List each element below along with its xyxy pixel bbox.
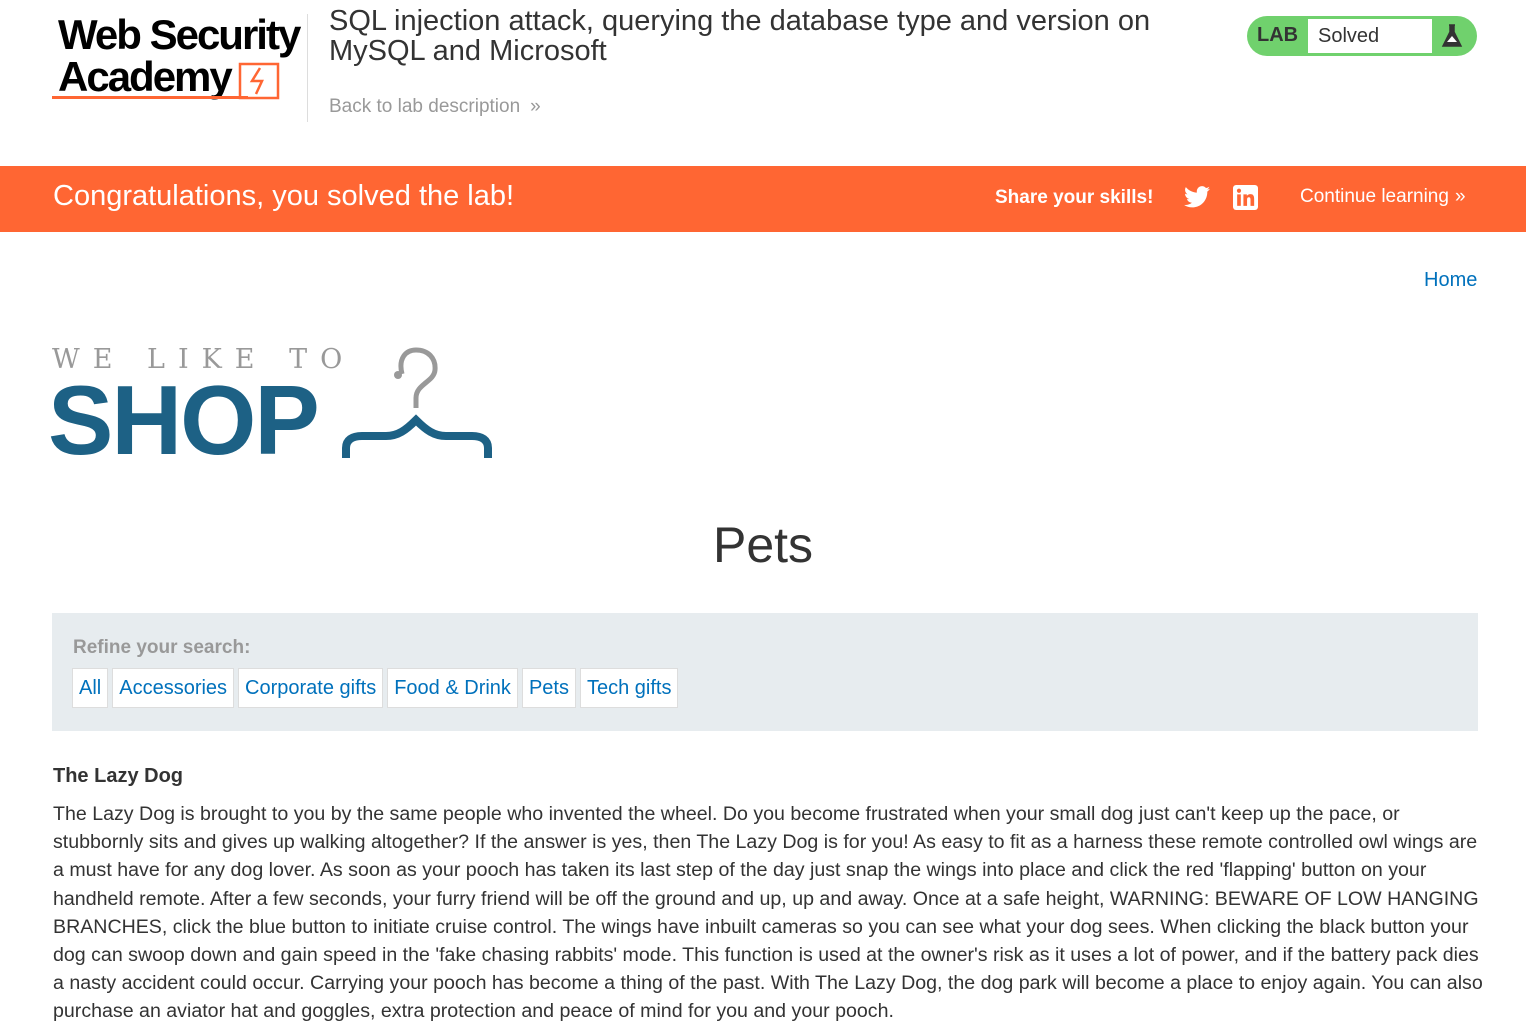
nav-home-link[interactable]: Home [1424, 269, 1477, 292]
twitter-icon[interactable] [1184, 185, 1210, 209]
filter-corporate-gifts[interactable]: Corporate gifts [238, 668, 384, 708]
shop-logo-word: SHOP [48, 365, 320, 475]
double-chevron-right-icon: » [1454, 186, 1466, 207]
we-like-to-shop-logo: WE LIKE TO SHOP [48, 340, 492, 470]
lightning-bolt-icon [238, 62, 280, 100]
page-title: Pets [712, 517, 814, 573]
double-chevron-right-icon: » [530, 96, 541, 117]
filter-food-drink[interactable]: Food & Drink [387, 668, 518, 708]
lab-status-widget: LAB Solved [1247, 16, 1477, 56]
refine-search-label: Refine your search: [73, 637, 251, 658]
logo-line-2: Academy [58, 53, 233, 100]
filter-panel: Refine your search: All Accessories Corp… [52, 613, 1478, 731]
flask-icon [1441, 24, 1463, 47]
filter-all[interactable]: All [72, 668, 109, 708]
back-to-lab-description-link[interactable]: Back to lab description » [329, 96, 541, 118]
lab-solved-banner: Congratulations, you solved the lab! Sha… [0, 166, 1526, 232]
logo-underline [52, 96, 248, 99]
web-security-academy-logo[interactable]: Web Security Academy [52, 12, 306, 108]
linkedin-icon[interactable] [1233, 185, 1258, 210]
share-skills-label: Share your skills! [995, 187, 1154, 208]
product-name: The Lazy Dog [53, 765, 184, 787]
header-divider [307, 14, 308, 122]
back-link-label: Back to lab description [329, 96, 521, 117]
lab-title: SQL injection attack, querying the datab… [329, 5, 1151, 67]
congratulations-message: Congratulations, you solved the lab! [53, 180, 515, 212]
continue-learning-label: Continue learning [1300, 186, 1449, 207]
filter-accessories[interactable]: Accessories [112, 668, 235, 708]
filter-pets[interactable]: Pets [521, 668, 576, 708]
logo-line-1: Web Security [58, 11, 301, 58]
continue-learning-link[interactable]: Continue learning» [1300, 186, 1466, 208]
product-description: The Lazy Dog is brought to you by the sa… [53, 803, 1483, 1023]
lab-badge: LAB [1257, 24, 1299, 46]
lab-status-text: Solved [1308, 19, 1432, 53]
category-filter-list: All Accessories Corporate gifts Food & D… [72, 668, 679, 708]
academy-header: Web Security Academy SQL injection attac… [0, 0, 1526, 165]
filter-tech-gifts[interactable]: Tech gifts [579, 668, 679, 708]
coat-hanger-icon [342, 347, 492, 458]
